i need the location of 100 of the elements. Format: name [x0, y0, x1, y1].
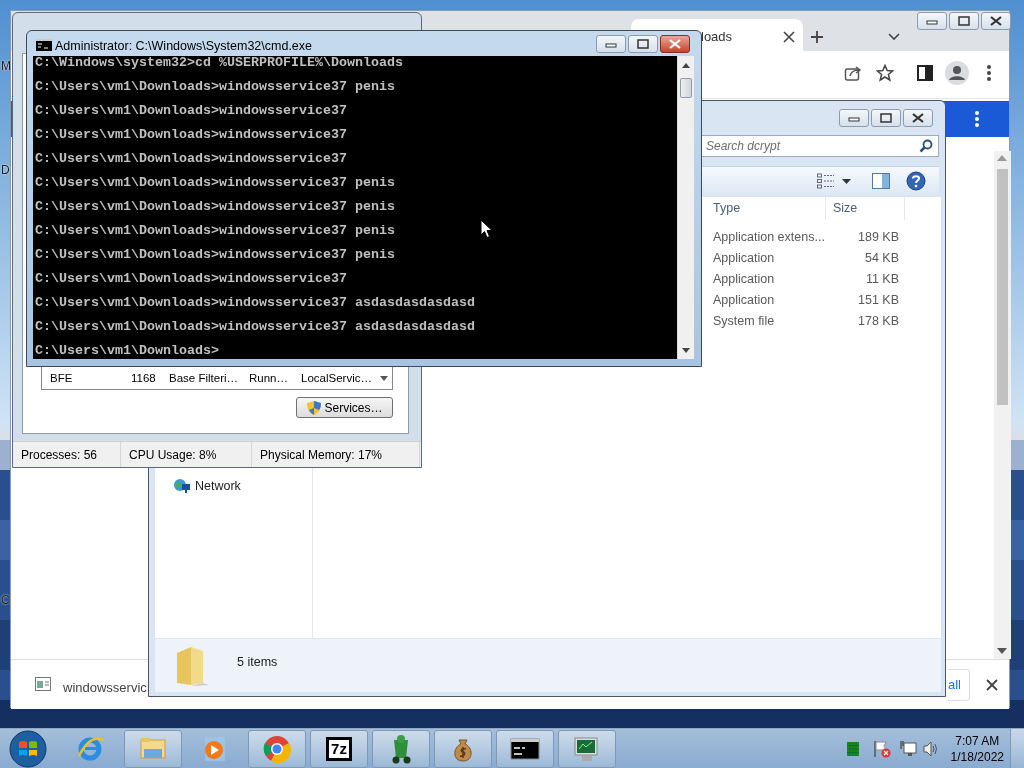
scrollbar[interactable]: [994, 151, 1011, 659]
caret-icon[interactable]: [842, 179, 851, 184]
column-header[interactable]: Size: [826, 197, 905, 220]
list-row[interactable]: BFE 1168 Base Filteri… Runn… LocalServic…: [42, 368, 392, 389]
maximize-button[interactable]: [871, 109, 901, 127]
item-count: 5 items: [237, 654, 278, 671]
scroll-thumb[interactable]: [680, 78, 692, 98]
network-icon[interactable]: [898, 739, 917, 758]
preview-pane-icon[interactable]: [872, 173, 890, 189]
star-icon[interactable]: [876, 64, 894, 82]
console-line: C:\Users\vm1\Downloads>windowsservice37: [35, 128, 347, 144]
search-field[interactable]: Search dcrypt: [701, 135, 939, 157]
taskbar-app[interactable]: [496, 729, 554, 768]
close-icon: [668, 39, 682, 49]
nav-item[interactable]: Network: [173, 477, 241, 496]
file-size: 54 KB: [863, 250, 899, 268]
scroll-down-icon[interactable]: [682, 348, 690, 353]
side-panel-icon[interactable]: [917, 65, 933, 81]
show-all-button[interactable]: all: [948, 669, 970, 701]
share-icon[interactable]: [844, 64, 862, 82]
menu-icon[interactable]: [975, 111, 979, 127]
taskbar-app[interactable]: [372, 729, 430, 768]
desktop-icon-label[interactable]: M: [1, 60, 11, 72]
shield-icon: [306, 399, 323, 416]
view-list-icon[interactable]: [817, 173, 835, 189]
minimize-icon: [848, 114, 860, 122]
console-line: C:\Users\vm1\Downloads>windowsservice37 penis: [35, 248, 395, 264]
file-type: System file: [712, 313, 776, 331]
maximize-button[interactable]: [949, 12, 979, 30]
console-line: C:\Users\vm1\Downloads>windowsservice37 penis: [35, 224, 395, 240]
console-line: C:\Users\vm1\Downloads>windowsservice37 penis: [35, 176, 395, 192]
console-icon: [36, 39, 52, 51]
minimize-button[interactable]: [839, 109, 869, 127]
chrome-icon: [262, 733, 292, 764]
plus-icon[interactable]: [810, 30, 824, 44]
close-icon: [989, 16, 1003, 26]
console-line: C:\Users\vm1\Downloads>windowsservice37 asdasdasdasdasd: [35, 320, 475, 336]
column-header[interactable]: Type: [706, 197, 826, 220]
seven-zip-logo: 7z: [326, 736, 352, 761]
minimize-icon: [605, 40, 617, 48]
file-type: Application: [712, 271, 776, 289]
status-text: Processes: 56: [13, 442, 121, 467]
avatar-icon[interactable]: [945, 61, 969, 85]
network-globe-icon: [173, 478, 191, 495]
search-icon[interactable]: [919, 139, 933, 153]
console-line: C:\Users\vm1\Downloads>: [35, 344, 219, 360]
menu-icon[interactable]: [987, 65, 991, 81]
volume-icon[interactable]: [922, 740, 939, 757]
console-line: C:\Windows\system32>cd %USERPROFILE%\Downloads: [35, 56, 403, 72]
list-cell-text: BFE: [49, 370, 74, 386]
mouse-pointer-icon: [480, 219, 493, 239]
list-cell-text: LocalServic…: [300, 370, 373, 386]
status-text: CPU Usage: 8%: [121, 442, 252, 467]
minimize-button[interactable]: [917, 12, 947, 30]
close-icon[interactable]: [783, 31, 795, 43]
maximize-button[interactable]: [628, 35, 658, 53]
list-cell-text: Base Filteri…: [168, 370, 240, 386]
window-title: Administrator: C:\Windows\System32\cmd.exe: [55, 38, 313, 55]
start-button[interactable]: [8, 728, 48, 768]
close-button[interactable]: [660, 35, 690, 53]
caret-icon[interactable]: [888, 33, 900, 41]
action-center-flag-icon[interactable]: [872, 739, 891, 758]
console-line: C:\Users\vm1\Downloads>windowsservice37 asdasdasdasdasd: [35, 296, 475, 312]
file-icon: [35, 677, 51, 691]
close-icon[interactable]: [986, 679, 998, 691]
status-icon[interactable]: [846, 741, 859, 756]
clock[interactable]: 7:07 AM 1/18/2022: [944, 732, 1010, 765]
scroll-up-icon[interactable]: [682, 63, 690, 68]
list-cell-text: 1168: [130, 370, 157, 386]
scroll-thumb[interactable]: [997, 169, 1008, 405]
download-item[interactable]: windowsservic: [63, 678, 147, 698]
help-icon[interactable]: [906, 171, 926, 191]
maximize-icon: [958, 16, 970, 26]
file-size: 178 KB: [857, 313, 899, 331]
console-line: C:\Users\vm1\Downloads>windowsservice37 penis: [35, 200, 395, 216]
file-type: Application extens...: [712, 229, 826, 247]
console-line: C:\Users\vm1\Downloads>windowsservice37: [35, 152, 347, 168]
console-line: C:\Users\vm1\Downloads>windowsservice37: [35, 104, 347, 120]
scroll-down-icon[interactable]: [997, 648, 1007, 654]
file-size: 11 KB: [864, 271, 899, 289]
list-cell-text: Runn…: [248, 370, 289, 386]
maximize-icon: [880, 113, 892, 123]
minimize-button[interactable]: [596, 35, 626, 53]
minimize-icon: [926, 17, 938, 25]
maximize-icon: [637, 39, 649, 49]
close-icon: [911, 113, 925, 123]
close-button[interactable]: [903, 109, 933, 127]
console-line: C:\Users\vm1\Downloads>windowsservice37: [35, 272, 347, 288]
file-type: Application: [712, 250, 776, 268]
file-type: Application: [712, 292, 776, 310]
scroll-down-icon[interactable]: [380, 376, 388, 381]
desktop-icon-label[interactable]: D: [1, 164, 10, 176]
file-size: 189 KB: [857, 229, 899, 247]
file-size: 151 KB: [857, 292, 899, 310]
status-text: Physical Memory: 17%: [252, 442, 420, 467]
services-button[interactable]: Services…: [296, 397, 393, 418]
console-line: C:\Users\vm1\Downloads>windowsservice37 penis: [35, 80, 395, 96]
scrollbar[interactable]: [677, 56, 694, 359]
taskbar-app[interactable]: 7z: [310, 729, 368, 768]
close-button[interactable]: [981, 12, 1011, 30]
